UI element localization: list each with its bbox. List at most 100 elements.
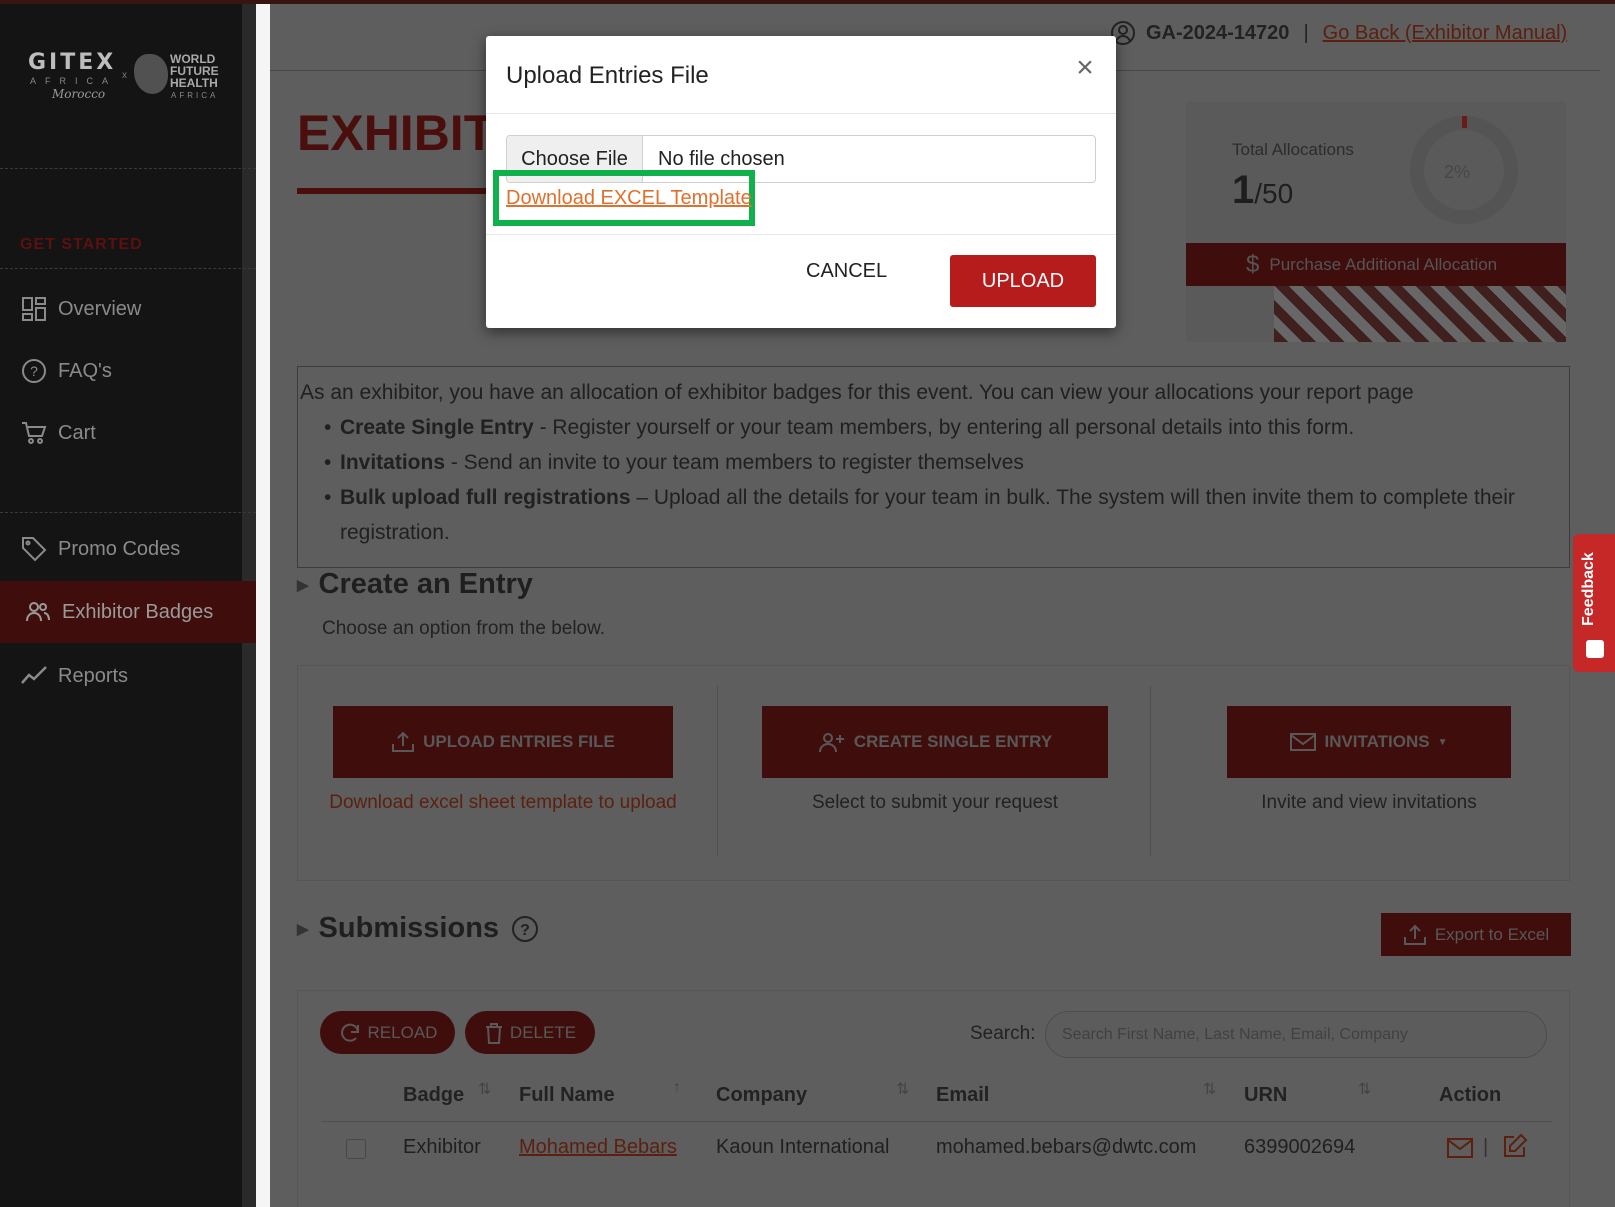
sidebar-item-reports[interactable]: Reports bbox=[0, 645, 256, 707]
cell-urn: 6399002694 bbox=[1244, 1136, 1356, 1158]
decorative-pattern bbox=[1274, 286, 1566, 342]
sidebar-item-faqs[interactable]: ? FAQ's bbox=[0, 340, 256, 402]
info-bullet: Create Single Entry - Register yourself … bbox=[324, 410, 1567, 445]
create-entry-title: Create an Entry bbox=[318, 568, 533, 600]
info-box: As an exhibitor, you have an allocation … bbox=[297, 366, 1570, 568]
info-bullet-title: Bulk upload full registrations bbox=[340, 486, 631, 509]
upload-button[interactable]: UPLOAD bbox=[950, 255, 1096, 307]
sidebar-divider bbox=[0, 512, 256, 513]
sidebar-divider bbox=[0, 268, 256, 269]
sidebar-item-label: FAQ's bbox=[58, 359, 112, 382]
svg-text:?: ? bbox=[520, 922, 530, 939]
allocation-label: Total Allocations bbox=[1232, 140, 1354, 159]
info-bullet-text: - Send an invite to your team members to… bbox=[445, 451, 1024, 474]
top-accent-line bbox=[0, 0, 1615, 4]
allocation-percent: 2% bbox=[1444, 162, 1471, 182]
cell-badge: Exhibitor bbox=[403, 1136, 481, 1158]
cell-email: mohamed.bebars@dwtc.com bbox=[936, 1136, 1197, 1158]
logo-africa: AFRICA bbox=[30, 76, 118, 86]
upload-entries-file-label: UPLOAD ENTRIES FILE bbox=[423, 732, 615, 751]
info-bullet: Invitations - Send an invite to your tea… bbox=[324, 445, 1567, 480]
edit-icon[interactable] bbox=[1502, 1133, 1528, 1159]
trash-icon bbox=[485, 1022, 502, 1044]
export-to-excel-button[interactable]: Export to Excel bbox=[1381, 913, 1571, 956]
column-header-action: Action bbox=[1439, 1084, 1502, 1106]
submissions-table-card: RELOAD DELETE Search: Badge ⇅ Full Name … bbox=[297, 990, 1570, 1207]
logo-gitex: GITEX bbox=[28, 50, 117, 75]
upload-entries-file-button[interactable]: UPLOAD ENTRIES FILE bbox=[333, 706, 673, 778]
account-id: GA-2024-14720 bbox=[1146, 21, 1290, 44]
download-template-link[interactable]: Download EXCEL Template bbox=[506, 187, 752, 210]
sidebar-item-cart[interactable]: Cart bbox=[0, 402, 256, 464]
create-single-entry-label: CREATE SINGLE ENTRY bbox=[853, 732, 1053, 751]
column-header-email[interactable]: Email bbox=[936, 1084, 989, 1107]
feedback-label: Feedback bbox=[1580, 552, 1597, 626]
modal-title: Upload Entries File bbox=[506, 62, 709, 89]
sidebar-item-exhibitor-badges[interactable]: Exhibitor Badges bbox=[0, 581, 256, 643]
delete-label: DELETE bbox=[509, 1022, 577, 1042]
reload-label: RELOAD bbox=[367, 1022, 438, 1042]
sort-icon[interactable]: ⇅ bbox=[478, 1079, 491, 1099]
column-header-full-name[interactable]: Full Name bbox=[519, 1084, 615, 1107]
export-to-excel-label: Export to Excel bbox=[1434, 924, 1550, 944]
create-entry-header[interactable]: ▶ Create an Entry bbox=[297, 568, 533, 601]
info-intro: As an exhibitor, you have an allocation … bbox=[300, 381, 1414, 404]
sidebar-item-label: Overview bbox=[58, 297, 142, 320]
users-icon bbox=[24, 598, 52, 626]
title-underline bbox=[297, 188, 497, 194]
page-title: EXHIBIT bbox=[297, 105, 495, 161]
sidebar-item-label: Reports bbox=[58, 664, 129, 687]
info-bullet-title: Invitations bbox=[340, 451, 446, 474]
delete-button[interactable]: DELETE bbox=[465, 1011, 595, 1054]
upload-icon bbox=[1403, 924, 1426, 945]
sidebar-item-label: Promo Codes bbox=[58, 537, 181, 560]
grid-icon bbox=[20, 295, 48, 323]
file-status: No file chosen bbox=[658, 147, 785, 170]
column-header-badge[interactable]: Badge bbox=[403, 1084, 464, 1107]
mail-action-icon[interactable] bbox=[1447, 1137, 1473, 1159]
sort-icon[interactable]: ⇅ bbox=[1203, 1079, 1216, 1099]
upload-template-caption[interactable]: Download excel sheet template to upload bbox=[318, 792, 688, 814]
sort-icon[interactable]: ⇅ bbox=[1358, 1079, 1371, 1099]
logo-morocco: Morocco bbox=[52, 87, 106, 101]
allocation-donut-fill bbox=[1462, 116, 1467, 128]
invitations-dropdown-button[interactable]: INVITATIONS ▼ bbox=[1227, 706, 1511, 778]
help-icon[interactable]: ? bbox=[511, 915, 539, 943]
sidebar-item-overview[interactable]: Overview bbox=[0, 278, 256, 340]
logo-wfh-sub: AFRICA bbox=[171, 91, 219, 100]
close-icon[interactable]: × bbox=[1070, 53, 1100, 84]
go-back-link[interactable]: Go Back (Exhibitor Manual) bbox=[1323, 22, 1568, 45]
column-header-company[interactable]: Company bbox=[716, 1084, 807, 1107]
feedback-tab[interactable]: Feedback bbox=[1573, 534, 1615, 672]
upload-entries-modal: Upload Entries File × Choose File No fil… bbox=[486, 36, 1116, 328]
allocation-used: 1 bbox=[1232, 168, 1255, 212]
submissions-header[interactable]: ▶ Submissions ? bbox=[297, 912, 539, 945]
search-input[interactable] bbox=[1045, 1011, 1547, 1058]
create-single-entry-button[interactable]: CREATE SINGLE ENTRY bbox=[762, 706, 1108, 778]
allocation-card: Total Allocations 1/50 2% $ Purchase Add… bbox=[1186, 102, 1566, 342]
sort-icon[interactable]: ⇅ bbox=[896, 1079, 909, 1099]
chart-line-icon bbox=[20, 662, 48, 690]
tag-icon bbox=[20, 535, 48, 563]
purchase-allocation-button[interactable]: $ Purchase Additional Allocation bbox=[1186, 243, 1566, 286]
row-checkbox[interactable] bbox=[346, 1139, 366, 1159]
smiley-icon bbox=[1586, 640, 1604, 658]
logo-x: x bbox=[122, 70, 127, 81]
modal-divider bbox=[486, 113, 1116, 114]
chevron-down-icon: ▼ bbox=[1437, 736, 1448, 748]
option-divider bbox=[717, 686, 718, 856]
sidebar-item-promo-codes[interactable]: Promo Codes bbox=[0, 518, 256, 580]
cancel-button[interactable]: CANCEL bbox=[806, 260, 887, 283]
sidebar-divider bbox=[0, 168, 256, 169]
svg-text:?: ? bbox=[30, 363, 38, 379]
reload-button[interactable]: RELOAD bbox=[320, 1011, 455, 1054]
cell-full-name-link[interactable]: Mohamed Bebars bbox=[519, 1136, 677, 1159]
modal-divider bbox=[486, 234, 1116, 235]
create-single-entry-caption: Select to submit your request bbox=[811, 792, 1059, 813]
column-header-urn[interactable]: URN bbox=[1244, 1084, 1287, 1107]
sort-asc-icon[interactable]: ↑ bbox=[673, 1079, 681, 1097]
sidebar-item-label: Exhibitor Badges bbox=[62, 600, 214, 623]
info-bullet-text: - Register yourself or your team members… bbox=[533, 416, 1355, 439]
event-logo[interactable]: GITEX AFRICA Morocco x WORLD FUTURE HEAL… bbox=[28, 50, 233, 106]
header-user: GA-2024-14720 | Go Back (Exhibitor Manua… bbox=[1110, 20, 1567, 46]
